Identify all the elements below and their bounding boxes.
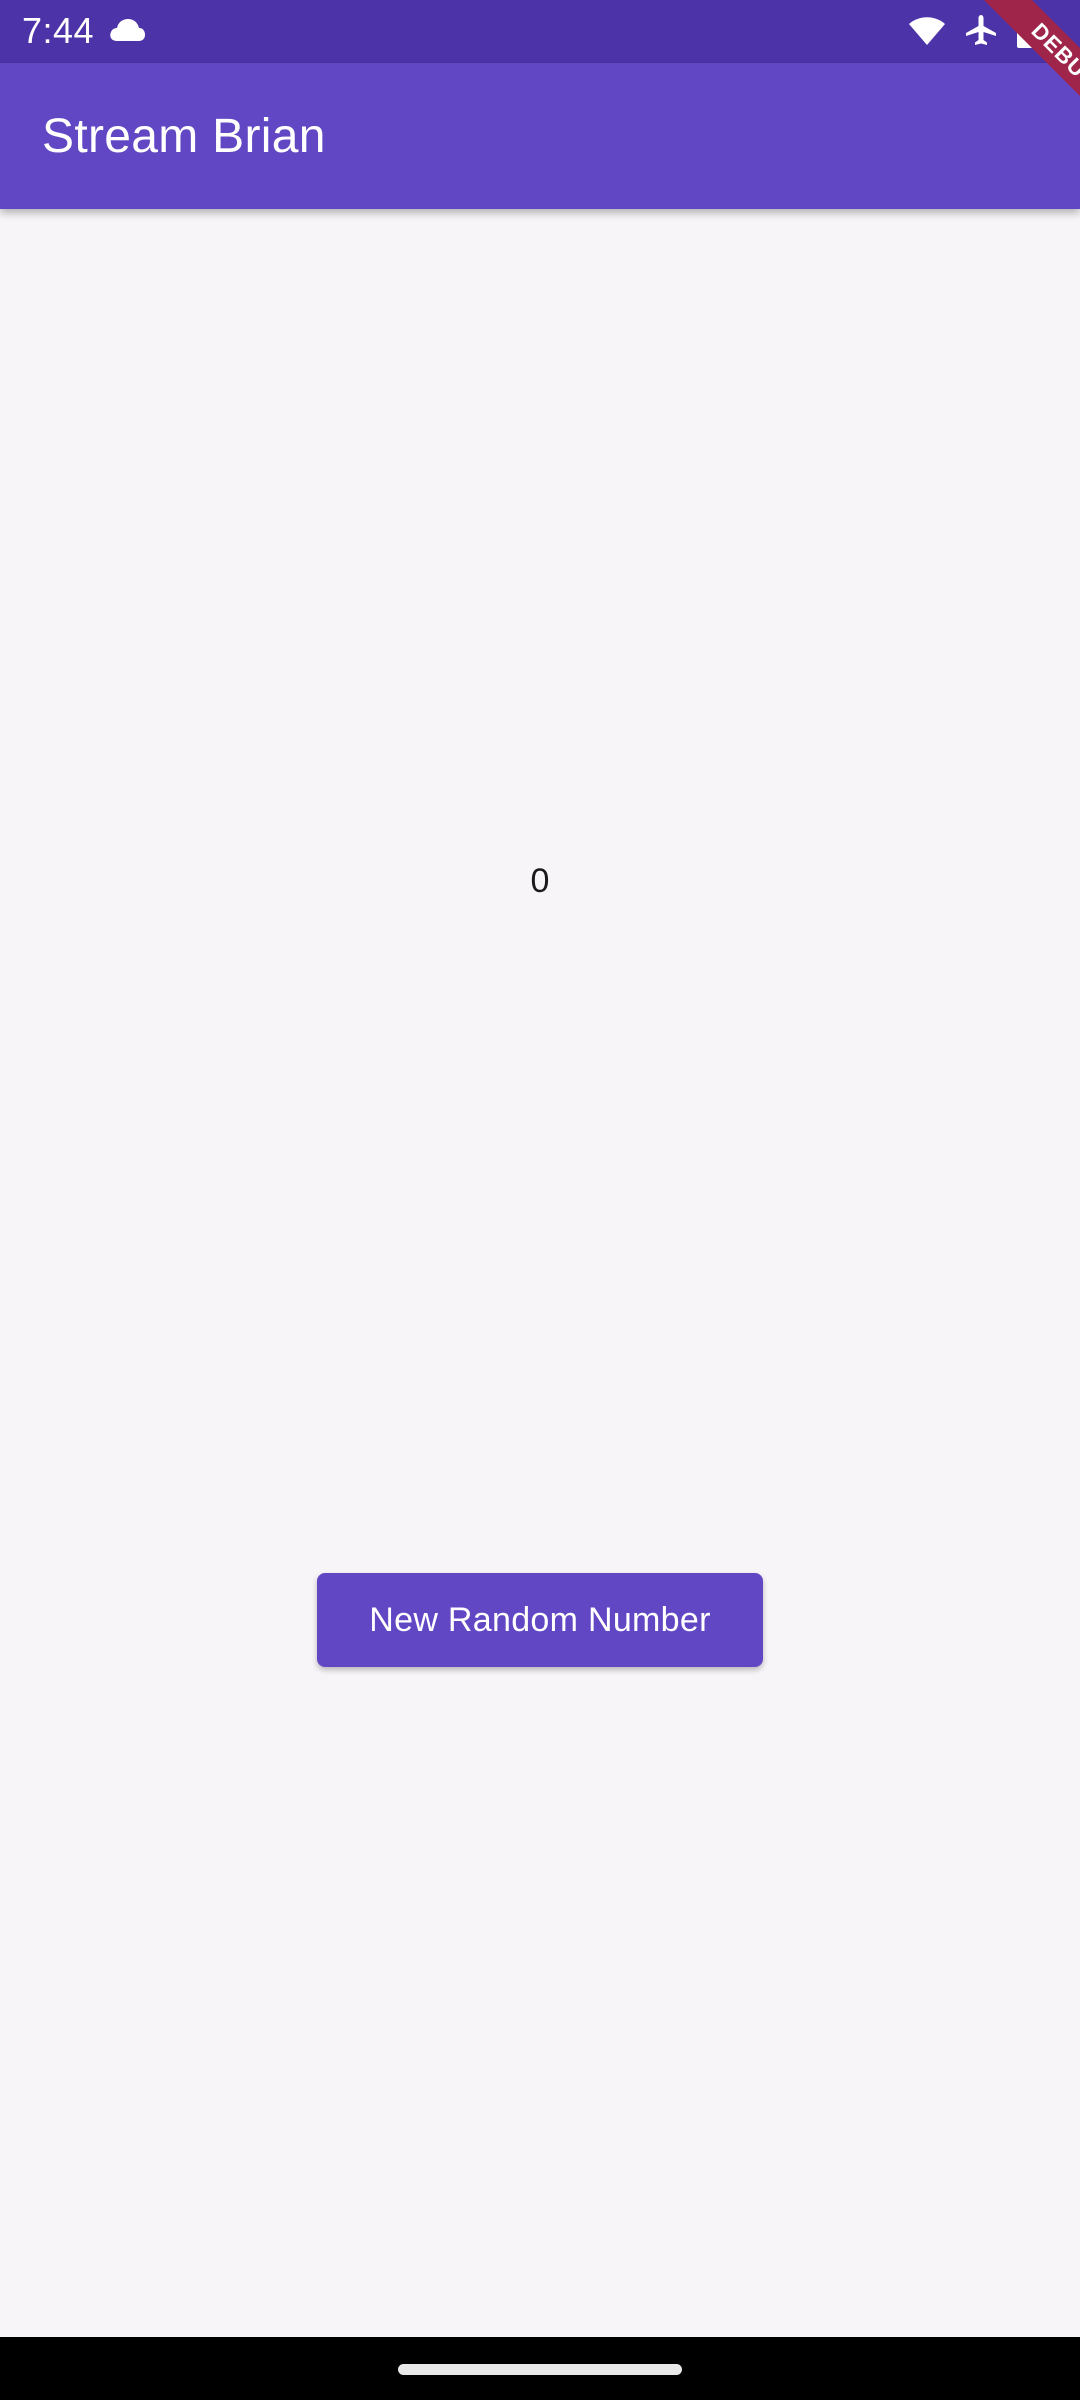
debug-banner-label: DEBUG	[975, 0, 1080, 140]
home-gesture-handle[interactable]	[398, 2364, 682, 2375]
cloud-icon	[110, 19, 145, 41]
new-random-number-button[interactable]: New Random Number	[317, 1573, 763, 1667]
app-screen: 7:44 Stream Brian DEBUG 0 New Random Num…	[0, 0, 1080, 2400]
status-bar: 7:44	[0, 0, 1080, 63]
status-time: 7:44	[22, 10, 95, 51]
random-number-display: 0	[530, 862, 550, 900]
app-bar: Stream Brian	[0, 63, 1080, 209]
page-title: Stream Brian	[42, 110, 326, 163]
system-navigation-bar	[0, 2337, 1080, 2400]
debug-banner: DEBUG	[940, 0, 1080, 140]
